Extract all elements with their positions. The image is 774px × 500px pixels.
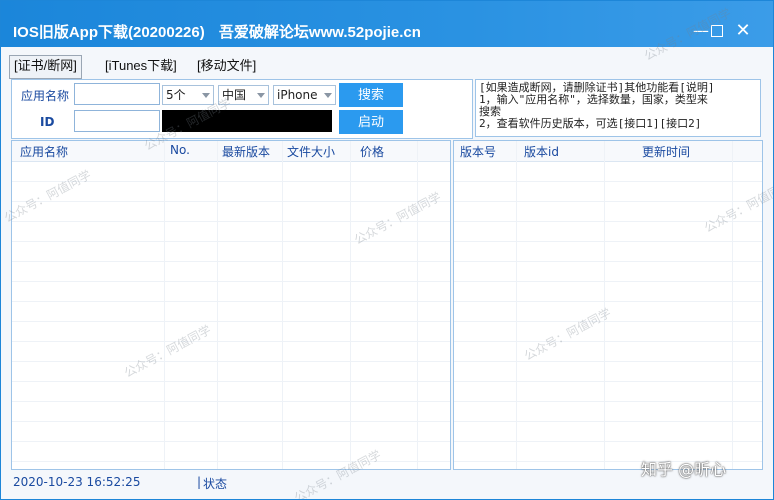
column-divider <box>350 141 351 469</box>
device-select[interactable]: iPhone <box>273 85 336 105</box>
info-line: 1，输入"应用名称"，选择数量，国家，类型来 <box>479 93 708 106</box>
count-select[interactable]: 5个 <box>162 85 214 105</box>
column-divider <box>164 141 165 469</box>
column-divider <box>282 141 283 469</box>
column-header-file-size[interactable]: 文件大小 <box>287 143 335 160</box>
column-divider <box>732 141 733 469</box>
search-button[interactable]: 搜索 <box>339 83 403 107</box>
column-divider <box>516 141 517 469</box>
count-select-value: 5个 <box>166 88 186 102</box>
column-header-latest-version[interactable]: 最新版本 <box>222 143 270 160</box>
status-timestamp: 2020-10-23 16:52:25 <box>13 475 141 489</box>
column-divider <box>217 141 218 469</box>
table-body <box>12 162 450 469</box>
close-icon: ✕ <box>735 20 751 41</box>
status-separator: | <box>197 475 202 489</box>
info-line: 2，查看软件历史版本，可选[接口1][接口2] <box>479 117 702 130</box>
start-button[interactable]: 启动 <box>339 110 403 134</box>
column-header-version-number[interactable]: 版本号 <box>460 143 496 160</box>
table-header: 应用名称 No. 最新版本 文件大小 价格 <box>12 141 450 162</box>
tab-itunes[interactable]: [iTunes下载] <box>101 55 181 77</box>
app-name-input[interactable] <box>74 83 160 105</box>
chevron-down-icon <box>257 93 265 98</box>
column-divider <box>417 141 418 469</box>
close-button[interactable]: ✕ <box>731 19 755 43</box>
search-form: 应用名称 5个 中国 iPhone 搜索 ID 启动 <box>11 79 473 139</box>
tab-move-files[interactable]: [移动文件] <box>193 55 260 77</box>
app-window: IOS旧版App下载(20200226) 吾爱破解论坛www.52pojie.c… <box>0 0 774 500</box>
version-history-table[interactable]: 版本号 版本id 更新时间 <box>453 140 763 470</box>
status-label: 状态 <box>203 477 228 491</box>
info-panel: [如果造成断网，请删除证书]其他功能看[说明] 1，输入"应用名称"，选择数量，… <box>475 79 761 137</box>
app-name-label: 应用名称 <box>21 89 70 103</box>
chevron-down-icon <box>324 93 332 98</box>
column-header-app-name[interactable]: 应用名称 <box>20 143 68 160</box>
id-label: ID <box>40 115 55 129</box>
tab-certificate[interactable]: [证书/断网] <box>9 55 82 79</box>
app-title: IOS旧版App下载(20200226) <box>13 24 205 41</box>
zhihu-watermark: 知乎 @昕心 <box>641 460 727 479</box>
table-header: 版本号 版本id 更新时间 <box>454 141 762 162</box>
id-input[interactable] <box>74 110 160 132</box>
column-header-update-time[interactable]: 更新时间 <box>642 143 690 160</box>
window-title: IOS旧版App下载(20200226) 吾爱破解论坛www.52pojie.c… <box>13 21 421 42</box>
chevron-down-icon <box>202 93 210 98</box>
device-select-value: iPhone <box>277 88 318 102</box>
forum-name: 吾爱破解论坛www.52pojie.cn <box>218 24 421 41</box>
column-header-no[interactable]: No. <box>170 143 190 157</box>
column-header-version-id[interactable]: 版本id <box>524 143 559 160</box>
column-header-price[interactable]: 价格 <box>360 143 384 160</box>
